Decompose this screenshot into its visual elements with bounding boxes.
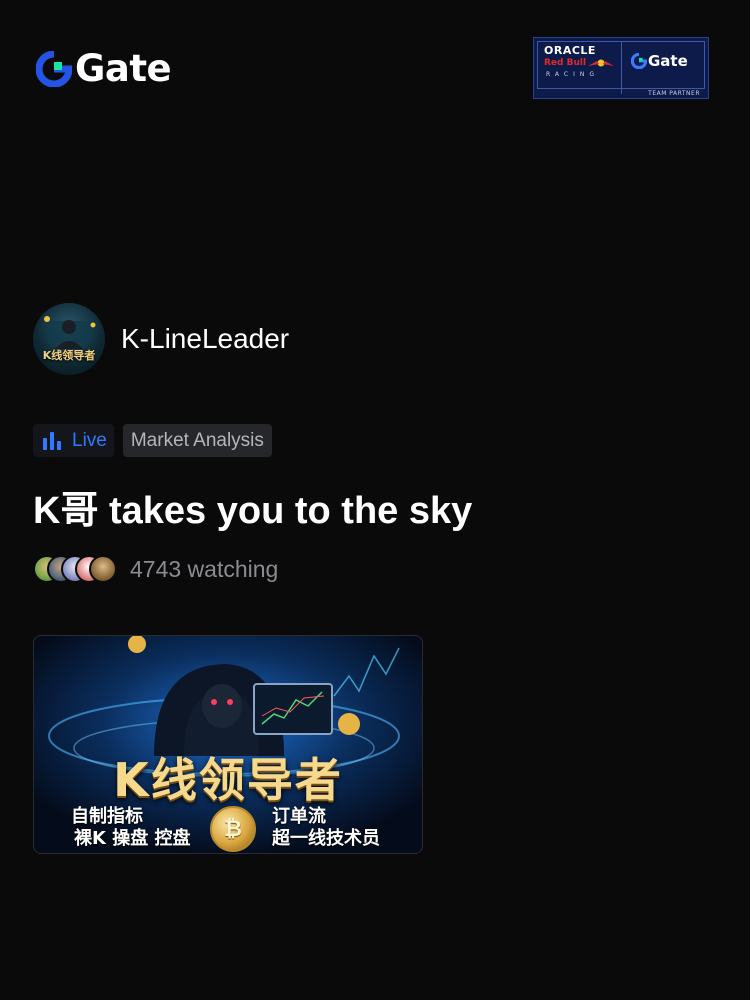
racing-text: RACING xyxy=(546,71,600,78)
oracle-text: ORACLE xyxy=(544,44,596,57)
redbull-label: Red Bull xyxy=(544,58,587,68)
streamer-avatar[interactable]: K线领导者 xyxy=(33,303,105,375)
redbull-bulls-icon xyxy=(588,59,615,67)
stream-title[interactable]: K哥 takes you to the sky xyxy=(33,490,472,534)
viewer-avatar xyxy=(89,555,117,583)
avatar-label: K线领导者 xyxy=(42,349,96,362)
partner-gate-icon xyxy=(631,53,647,69)
viewer-avatars xyxy=(33,555,117,583)
avatar-figure-icon xyxy=(44,316,96,349)
stream-tags: Live Market Analysis xyxy=(33,424,272,457)
gate-logo[interactable]: Gate xyxy=(36,47,172,90)
category-tag[interactable]: Market Analysis xyxy=(122,424,272,457)
stream-thumbnail[interactable]: K线领导者 自制指标 裸K 操盘 控盘 ₿ 订单流 超一线技术员 xyxy=(33,635,423,854)
gate-logo-text: Gate xyxy=(75,47,172,90)
viewer-count: 4743 watching xyxy=(130,555,279,582)
team-partner-badge: ORACLE Red Bull RACING Gate TEAM PARTNER xyxy=(533,37,709,99)
partner-gate-text: Gate xyxy=(648,52,688,70)
partner-divider xyxy=(621,42,622,94)
category-tag-label: Market Analysis xyxy=(130,429,264,451)
live-tag[interactable]: Live xyxy=(33,424,114,457)
live-tag-label: Live xyxy=(72,429,107,451)
thumbnail-title: K线领导者 xyxy=(113,753,343,807)
viewer-info: 4743 watching xyxy=(33,552,278,586)
thumbnail-right-line2: 超一线技术员 xyxy=(272,828,380,849)
partner-gate-logo: Gate xyxy=(631,52,688,70)
redbull-text: Red Bull xyxy=(544,58,615,68)
bitcoin-coin-icon: ₿ xyxy=(210,806,256,852)
streamer-name[interactable]: K-LineLeader xyxy=(121,323,289,355)
live-bars-icon xyxy=(43,431,61,450)
gate-logo-icon xyxy=(36,50,72,87)
thumbnail-right-line1: 订单流 xyxy=(272,806,326,827)
thumbnail-left-line1: 自制指标 xyxy=(71,806,143,827)
team-partner-text: TEAM PARTNER xyxy=(648,90,700,97)
thumbnail-left-line2: 裸K 操盘 控盘 xyxy=(74,828,191,849)
